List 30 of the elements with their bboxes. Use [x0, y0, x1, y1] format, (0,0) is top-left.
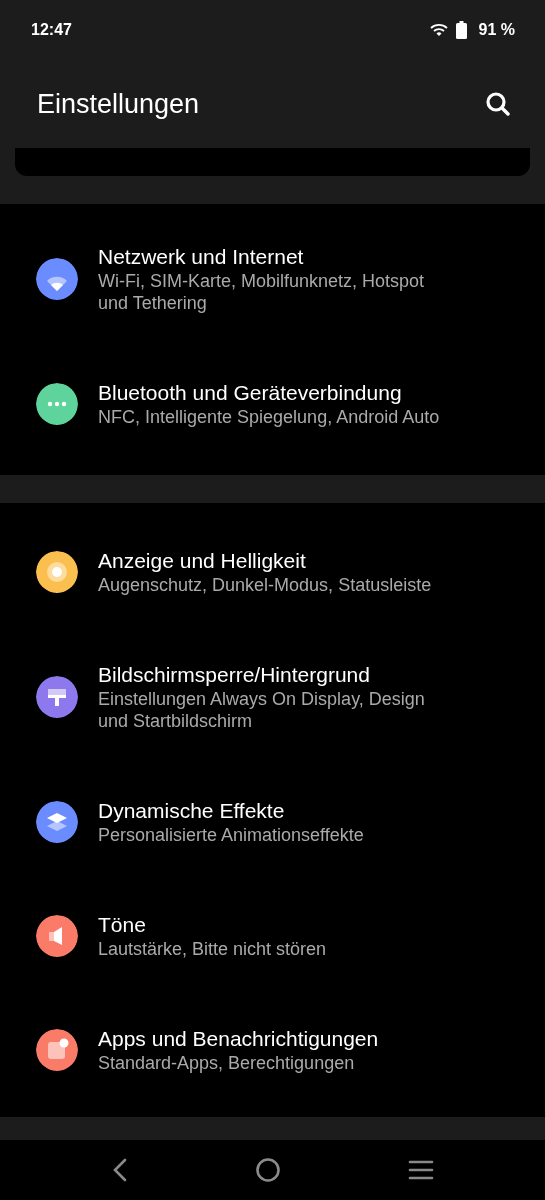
item-subtitle: Personalisierte Animationseffekte: [98, 824, 364, 846]
page-title: Einstellungen: [37, 87, 200, 121]
battery-icon: [455, 21, 467, 39]
settings-item[interactable]: Anzeige und Helligkeit Augenschutz, Dunkel-Modus, Statusleiste: [0, 515, 545, 629]
item-title: Bildschirmsperre/Hintergrund: [98, 662, 371, 688]
item-title: Töne: [98, 912, 147, 938]
settings-item[interactable]: Bluetooth und Geräteverbindung NFC, Intelligente Spiegelung, Android Auto: [0, 347, 545, 461]
item-subtitle: Augenschutz, Dunkel-Modus, Statusleiste: [98, 574, 432, 596]
settings-item[interactable]: Töne Lautstärke, Bitte nicht stören: [0, 879, 545, 993]
settings-item[interactable]: Dynamische Effekte Personalisierte Animationseffekte: [0, 765, 545, 879]
item-subtitle: Standard-Apps, Berechtigungen: [98, 1052, 356, 1074]
item-title: Dynamische Effekte: [98, 798, 286, 824]
menu-icon[interactable]: [407, 1159, 434, 1181]
item-subtitle: Einstellungen Always On Display, Design und Startbildschirm: [98, 688, 426, 732]
item-title: Bluetooth und Geräteverbindung: [98, 380, 403, 406]
item-title: Netzwerk und Internet: [98, 244, 305, 270]
settings-item[interactable]: Netzwerk und Internet Wi-Fi, SIM-Karte, Mobilfunknetz, Hotspot und Tethering: [0, 211, 545, 347]
battery-percentage: 91 %: [478, 20, 515, 40]
settings-item[interactable]: Bildschirmsperre/Hintergrund Einstellungen Always On Display, Design und Startbildschirm: [0, 629, 545, 765]
item-title: Anzeige und Helligkeit: [98, 548, 307, 574]
item-subtitle: Wi-Fi, SIM-Karte, Mobilfunknetz, Hotspot und Tethering: [98, 270, 426, 314]
home-icon[interactable]: [254, 1157, 281, 1183]
item-subtitle: Lautstärke, Bitte nicht stören: [98, 938, 327, 960]
item-title: Apps und Benachrichtigungen: [98, 1026, 379, 1052]
item-subtitle: NFC, Intelligente Spiegelung, Android Auto: [98, 406, 440, 428]
search-icon[interactable]: [485, 91, 511, 117]
wifi-signal-icon: [429, 23, 448, 37]
status-time: 12:47: [31, 20, 72, 40]
back-icon[interactable]: [111, 1158, 128, 1182]
settings-item[interactable]: Apps und Benachrichtigungen Standard-Apps, Berechtigungen: [0, 993, 545, 1107]
